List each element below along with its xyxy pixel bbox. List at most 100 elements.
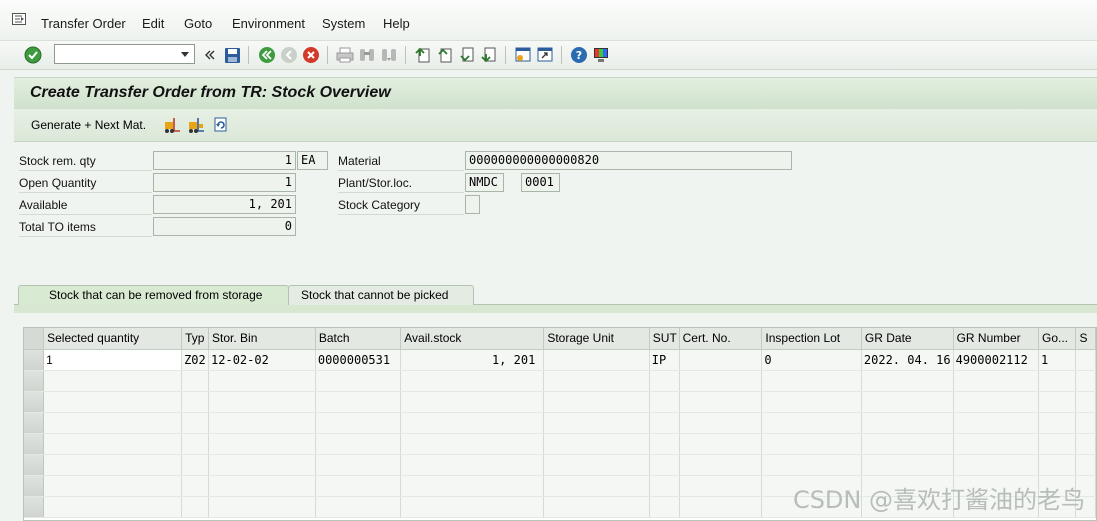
table-cell-empty[interactable] (43, 412, 183, 434)
menu-help[interactable]: Help (383, 16, 410, 31)
col-s[interactable]: S (1075, 328, 1096, 350)
plant-stor-loc-label: Plant/Stor.loc. (338, 173, 464, 193)
save-icon[interactable] (222, 45, 242, 65)
row-selector[interactable] (24, 475, 45, 497)
row-selector[interactable] (24, 433, 45, 455)
tab-stock-not-picked[interactable]: Stock that cannot be picked (288, 285, 474, 305)
col-gr-number[interactable]: GR Number (953, 328, 1040, 350)
col-gr-date[interactable]: GR Date (861, 328, 954, 350)
table-cell-empty (1075, 391, 1096, 413)
table-cell-empty (1075, 454, 1096, 476)
menu-goto[interactable]: Goto (184, 16, 212, 31)
menu-environment[interactable]: Environment (232, 16, 305, 31)
row-selector[interactable] (24, 370, 45, 392)
stor-loc-field[interactable]: 0001 (521, 173, 560, 192)
table-cell-empty (953, 391, 1040, 413)
table-row-empty[interactable] (24, 391, 1096, 413)
row-selector[interactable] (24, 454, 45, 476)
stock-rem-qty-unit-field[interactable]: EA (297, 151, 328, 170)
table-row-empty[interactable] (24, 412, 1096, 434)
table-cell-empty (543, 433, 650, 455)
customize-layout-icon[interactable] (591, 45, 611, 65)
selected-quantity-input[interactable]: 1 (43, 349, 183, 371)
col-storage-unit[interactable]: Storage Unit (543, 328, 650, 350)
stock-rem-qty-field[interactable]: 1 (153, 151, 296, 170)
open-quantity-label: Open Quantity (19, 173, 152, 193)
col-avail-stock[interactable]: Avail.stock (400, 328, 545, 350)
open-quantity-field[interactable]: 1 (153, 173, 296, 192)
forklift-icon[interactable] (163, 116, 181, 134)
exit-icon[interactable] (279, 45, 299, 65)
next-page-icon[interactable] (457, 45, 477, 65)
create-session-icon[interactable] (513, 45, 533, 65)
plant-field[interactable]: NMDC (465, 173, 504, 192)
command-field[interactable] (54, 44, 195, 64)
material-field[interactable]: 000000000000000820 (465, 151, 792, 170)
row-selector[interactable] (24, 496, 45, 518)
table-row-empty[interactable] (24, 454, 1096, 476)
table-cell-empty (953, 433, 1040, 455)
chevron-down-icon[interactable] (178, 47, 192, 61)
print-icon[interactable] (335, 45, 355, 65)
table-cell-empty (761, 433, 862, 455)
help-icon[interactable]: ? (569, 45, 589, 65)
generate-next-mat-button[interactable]: Generate + Next Mat. (31, 118, 146, 132)
cell-gr-date: 2022. 04. 16 (861, 349, 954, 371)
forklift-stock-icon[interactable] (187, 116, 205, 134)
col-stor-bin[interactable]: Stor. Bin (208, 328, 316, 350)
last-page-icon[interactable] (479, 45, 499, 65)
first-page-icon[interactable] (413, 45, 433, 65)
cell-cert-no (679, 349, 763, 371)
table-cell-empty (649, 475, 680, 497)
row-selector[interactable] (24, 412, 45, 434)
cell-s (1075, 349, 1096, 371)
col-typ[interactable]: Typ (181, 328, 210, 350)
table-cell-empty[interactable] (43, 454, 183, 476)
table-cell-empty[interactable] (43, 433, 183, 455)
generate-shortcut-icon[interactable] (535, 45, 555, 65)
table-cell-empty (679, 475, 763, 497)
col-inspection-lot[interactable]: Inspection Lot (761, 328, 862, 350)
cancel-icon[interactable] (301, 45, 321, 65)
col-cert-no[interactable]: Cert. No. (679, 328, 763, 350)
col-sut[interactable]: SUT (649, 328, 680, 350)
menu-edit[interactable]: Edit (142, 16, 164, 31)
cell-inspection-lot: 0 (761, 349, 862, 371)
menu-transfer-order[interactable]: Transfer Order (41, 16, 126, 31)
find-next-icon[interactable] (379, 45, 399, 65)
table-cell-empty (1038, 454, 1077, 476)
back-icon[interactable] (257, 45, 277, 65)
table-row-empty[interactable] (24, 370, 1096, 392)
refresh-icon[interactable] (212, 116, 230, 134)
table-cell-empty (315, 391, 402, 413)
watermark: CSDN @喜欢打酱油的老鸟 (792, 486, 1085, 514)
system-menu-icon[interactable] (12, 13, 26, 25)
table-cell-empty (400, 370, 545, 392)
total-to-items-field[interactable]: 0 (153, 217, 296, 236)
select-all-cell[interactable] (24, 328, 45, 350)
table-cell-empty[interactable] (43, 370, 183, 392)
cell-avail-stock: 1, 201 (400, 349, 545, 371)
table-row[interactable]: 1 Z02 12-02-02 0000000531 1, 201 IP 0 20… (24, 349, 1096, 371)
col-selected-quantity[interactable]: Selected quantity (43, 328, 183, 350)
tab-stock-removable[interactable]: Stock that can be removed from storage (18, 285, 289, 305)
stock-category-field[interactable] (465, 195, 480, 214)
table-cell-empty (761, 370, 862, 392)
table-cell-empty (1075, 412, 1096, 434)
previous-page-icon[interactable] (435, 45, 455, 65)
back-double-arrow-icon[interactable] (200, 45, 220, 65)
table-cell-empty[interactable] (43, 496, 183, 518)
table-cell-empty[interactable] (43, 475, 183, 497)
menu-system[interactable]: System (322, 16, 365, 31)
row-selector[interactable] (24, 349, 45, 371)
table-cell-empty[interactable] (43, 391, 183, 413)
stock-rem-qty-label: Stock rem. qty (19, 151, 152, 171)
row-selector[interactable] (24, 391, 45, 413)
table-cell-empty (543, 496, 650, 518)
available-field[interactable]: 1, 201 (153, 195, 296, 214)
find-icon[interactable] (357, 45, 377, 65)
enter-icon[interactable] (23, 45, 43, 65)
table-row-empty[interactable] (24, 433, 1096, 455)
col-go[interactable]: Go... (1038, 328, 1077, 350)
col-batch[interactable]: Batch (315, 328, 402, 350)
